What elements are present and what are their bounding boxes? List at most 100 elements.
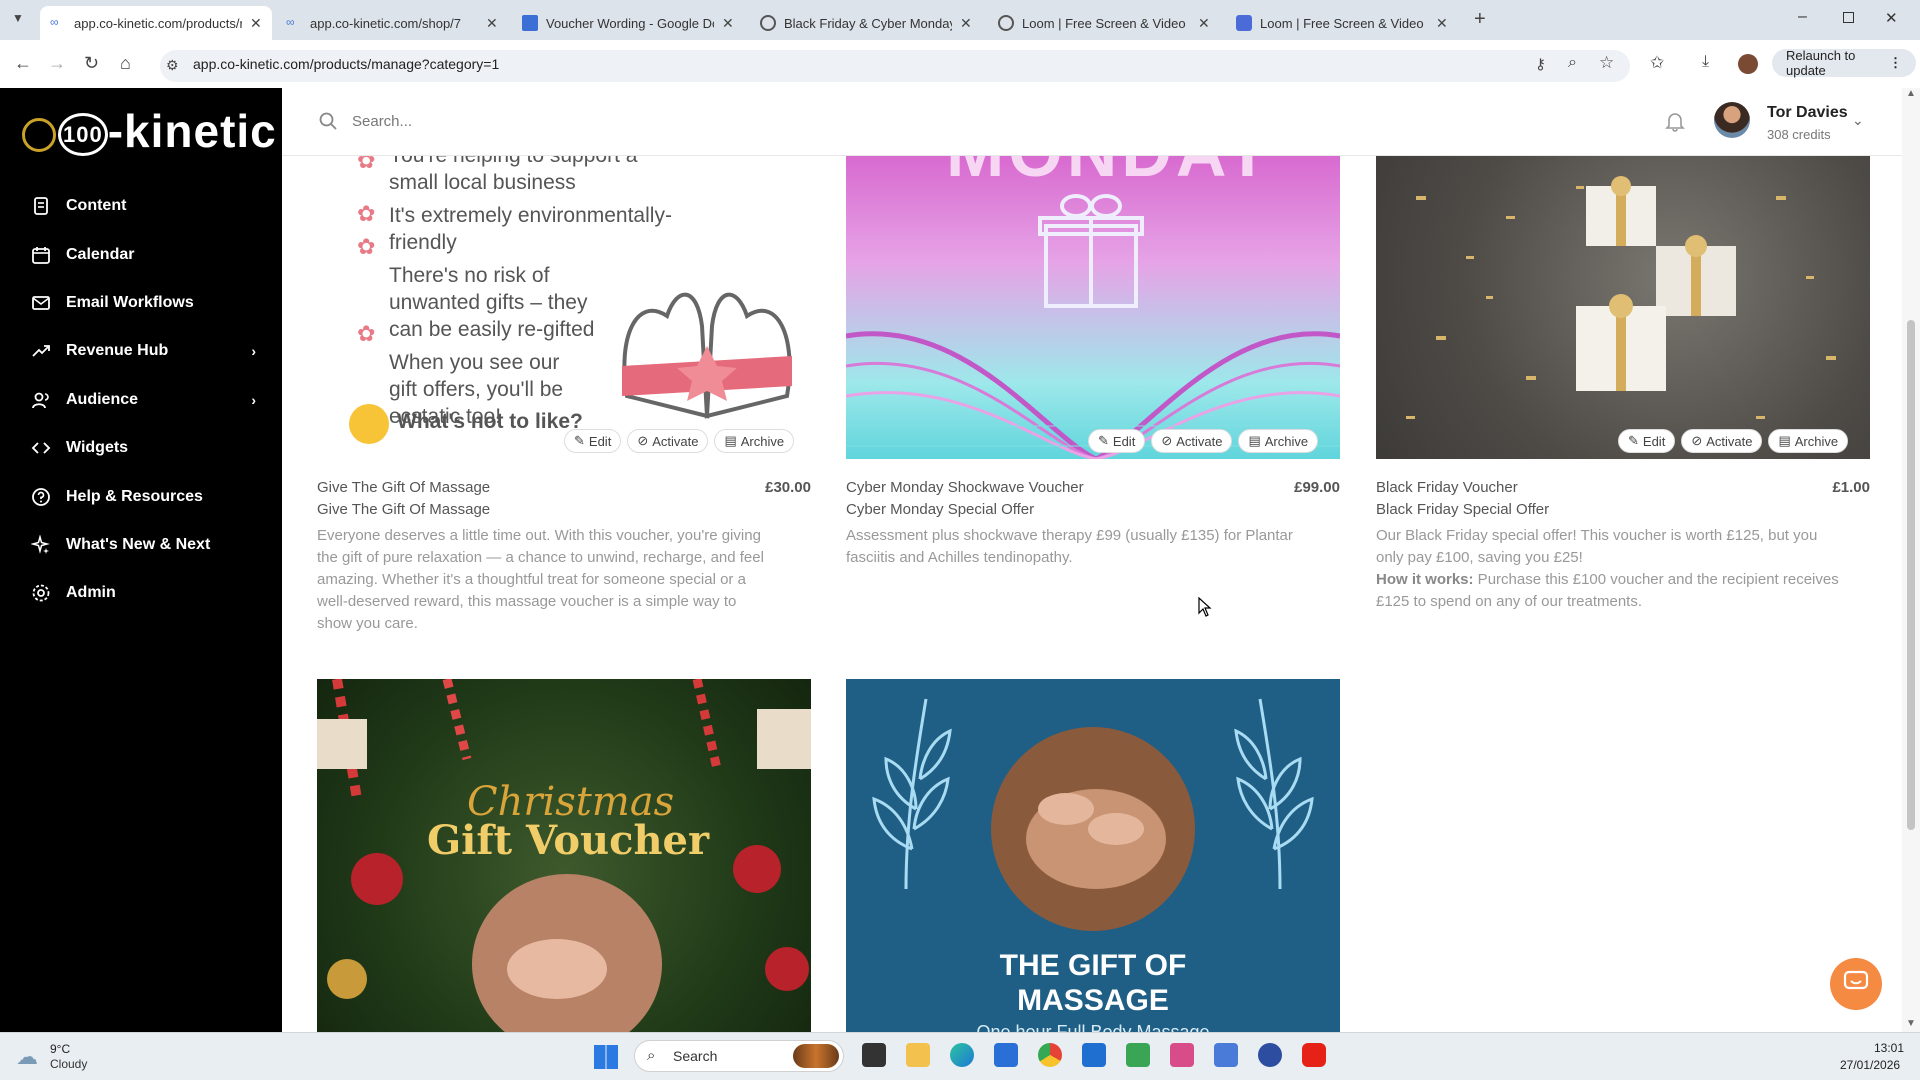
sidebar-item-calendar[interactable]: Calendar <box>30 240 256 270</box>
sidebar-item-revenue-hub[interactable]: Revenue Hub › <box>30 336 256 366</box>
product-title[interactable]: Cyber Monday Shockwave Voucher <box>846 479 1084 496</box>
chrome-icon[interactable] <box>1038 1043 1062 1067</box>
product-image-gift-of-massage[interactable]: You're helping to support a small local … <box>317 156 811 459</box>
code-icon <box>30 437 52 459</box>
pencil-icon: ✎ <box>1628 433 1639 448</box>
youtube-icon[interactable] <box>1302 1043 1326 1067</box>
product-title[interactable]: Black Friday Voucher <box>1376 479 1518 496</box>
settings-app-icon[interactable] <box>1214 1043 1238 1067</box>
new-tab-icon[interactable]: + <box>1474 8 1486 31</box>
browser-tab[interactable]: Voucher Wording - Google Doc ✕ <box>512 6 744 40</box>
chevron-down-icon[interactable]: ⌄ <box>1852 112 1864 129</box>
check-circle-icon: ⊘ <box>637 433 649 448</box>
password-manager-icon[interactable] <box>1258 1043 1282 1067</box>
weather-temp[interactable]: 9°C <box>50 1042 70 1056</box>
activate-button[interactable]: ⊘ Activate <box>1681 429 1763 453</box>
forward-icon[interactable]: → <box>48 53 66 74</box>
user-name[interactable]: Tor Davies <box>1767 104 1848 122</box>
taskbar-search[interactable]: ⌕ Search <box>634 1040 844 1072</box>
profile-avatar-icon[interactable] <box>1738 54 1758 74</box>
weather-desc[interactable]: Cloudy <box>50 1057 87 1071</box>
sidebar-item-admin[interactable]: Admin <box>30 578 256 608</box>
product-image-the-gift-of-massage[interactable]: THE GIFT OF MASSAGE One hour Full Body M… <box>846 679 1340 1032</box>
close-tab-icon[interactable]: ✕ <box>960 15 972 32</box>
close-window-icon[interactable]: ✕ <box>1885 9 1898 27</box>
edit-button[interactable]: ✎ Edit <box>1618 429 1676 453</box>
sidebar-item-email-workflows[interactable]: Email Workflows <box>30 288 256 318</box>
sidebar-item-widgets[interactable]: Widgets <box>30 433 256 463</box>
gear-icon <box>30 582 52 604</box>
download-icon[interactable]: ⤓ <box>1702 53 1709 71</box>
scrollbar-thumb[interactable] <box>1907 320 1915 830</box>
back-icon[interactable]: ← <box>14 53 32 74</box>
browser-tab[interactable]: Black Friday & Cyber Monday V ✕ <box>750 6 982 40</box>
voucher-title-line-1: THE GIFT OF <box>999 949 1187 982</box>
notification-bell-icon[interactable] <box>1664 110 1686 137</box>
taskbar-time[interactable]: 13:01 <box>1874 1041 1904 1055</box>
chevron-right-icon[interactable]: › <box>251 343 256 359</box>
archive-box-icon: ▤ <box>724 433 737 448</box>
cokinetic-logo[interactable]: 100 -kinetic <box>22 104 277 158</box>
close-tab-icon[interactable]: ✕ <box>1436 15 1448 32</box>
product-description: Our Black Friday special offer! This vou… <box>1376 527 1839 610</box>
file-explorer-icon[interactable] <box>906 1043 930 1067</box>
zoom-icon[interactable]: ⌕ <box>1568 54 1577 72</box>
sidebar-item-whats-new[interactable]: What's New & Next <box>30 530 256 560</box>
browser-tab[interactable]: Loom | Free Screen & Video Re ✕ <box>988 6 1220 40</box>
bookmarks-icon[interactable]: ✩ <box>1650 53 1664 73</box>
sidebar-item-audience[interactable]: Audience › <box>30 385 256 415</box>
product-title[interactable]: Give The Gift Of Massage <box>317 479 490 496</box>
minimize-icon[interactable]: – <box>1798 8 1807 26</box>
archive-button[interactable]: ▤ Archive <box>714 429 795 453</box>
cokinetic-favicon-icon: ∞ <box>50 15 59 29</box>
archive-box-icon: ▤ <box>1778 433 1791 448</box>
product-image-cyber-monday[interactable]: MONDAY <box>846 156 1340 459</box>
edit-button[interactable]: ✎ Edit <box>1088 429 1146 453</box>
sidebar-item-content[interactable]: Content <box>30 191 256 221</box>
maps-icon[interactable] <box>1126 1043 1150 1067</box>
calendar-icon <box>30 244 52 266</box>
chat-widget-button[interactable] <box>1830 958 1882 1010</box>
activate-button[interactable]: ⊘ Activate <box>1151 429 1233 453</box>
url-text[interactable]: app.co-kinetic.com/products/manage?categ… <box>193 56 499 72</box>
password-key-icon[interactable]: ⚷ <box>1535 55 1546 73</box>
task-view-icon[interactable] <box>862 1043 886 1067</box>
snipping-tool-icon[interactable] <box>1170 1043 1194 1067</box>
activate-button[interactable]: ⊘ Activate <box>627 429 709 453</box>
archive-button[interactable]: ▤ Archive <box>1768 429 1849 453</box>
archive-button[interactable]: ▤ Archive <box>1238 429 1319 453</box>
chevron-right-icon[interactable]: › <box>251 392 256 408</box>
close-tab-icon[interactable]: ✕ <box>250 15 262 32</box>
product-image-christmas-voucher[interactable]: Christmas Gift Voucher <box>317 679 811 1032</box>
flower-bullet-icon: ✿ <box>357 156 376 173</box>
browser-tab[interactable]: ∞ app.co-kinetic.com/shop/7 ✕ <box>276 6 508 40</box>
taskbar-date[interactable]: 27/01/2026 <box>1840 1058 1900 1072</box>
close-tab-icon[interactable]: ✕ <box>1198 15 1210 32</box>
edit-button[interactable]: ✎ Edit <box>564 429 622 453</box>
weather-cloud-icon[interactable]: ☁ <box>16 1044 38 1070</box>
browser-tab-active[interactable]: ∞ app.co-kinetic.com/products/m ✕ <box>40 6 272 40</box>
tab-list-chevron-icon[interactable]: ▼ <box>12 11 24 25</box>
close-tab-icon[interactable]: ✕ <box>486 15 498 32</box>
outlook-icon[interactable] <box>1082 1043 1106 1067</box>
scroll-up-arrow-icon[interactable]: ▲ <box>1906 88 1916 99</box>
restore-icon[interactable] <box>1843 12 1854 23</box>
edge-icon[interactable] <box>950 1043 974 1067</box>
site-settings-icon[interactable]: ⚙ <box>166 57 179 74</box>
close-tab-icon[interactable]: ✕ <box>722 15 734 32</box>
browser-tab[interactable]: Loom | Free Screen & Video Re ✕ <box>1226 6 1458 40</box>
sidebar-item-help-resources[interactable]: Help & Resources <box>30 482 256 512</box>
relaunch-button[interactable]: Relaunch to update ⋮ <box>1772 48 1916 78</box>
windows-start-icon[interactable] <box>594 1045 618 1069</box>
search-input[interactable]: Search... <box>352 113 412 130</box>
user-avatar[interactable] <box>1714 102 1750 138</box>
users-icon <box>30 389 52 411</box>
product-image-black-friday[interactable] <box>1376 156 1870 459</box>
store-icon[interactable] <box>994 1043 1018 1067</box>
logo-badge-icon <box>22 117 56 152</box>
home-icon[interactable]: ⌂ <box>120 53 131 74</box>
more-menu-icon[interactable]: ⋮ <box>1889 55 1902 71</box>
bookmark-star-icon[interactable]: ☆ <box>1599 53 1614 73</box>
scroll-down-arrow-icon[interactable]: ▼ <box>1906 1018 1916 1029</box>
reload-icon[interactable]: ↻ <box>84 53 99 74</box>
